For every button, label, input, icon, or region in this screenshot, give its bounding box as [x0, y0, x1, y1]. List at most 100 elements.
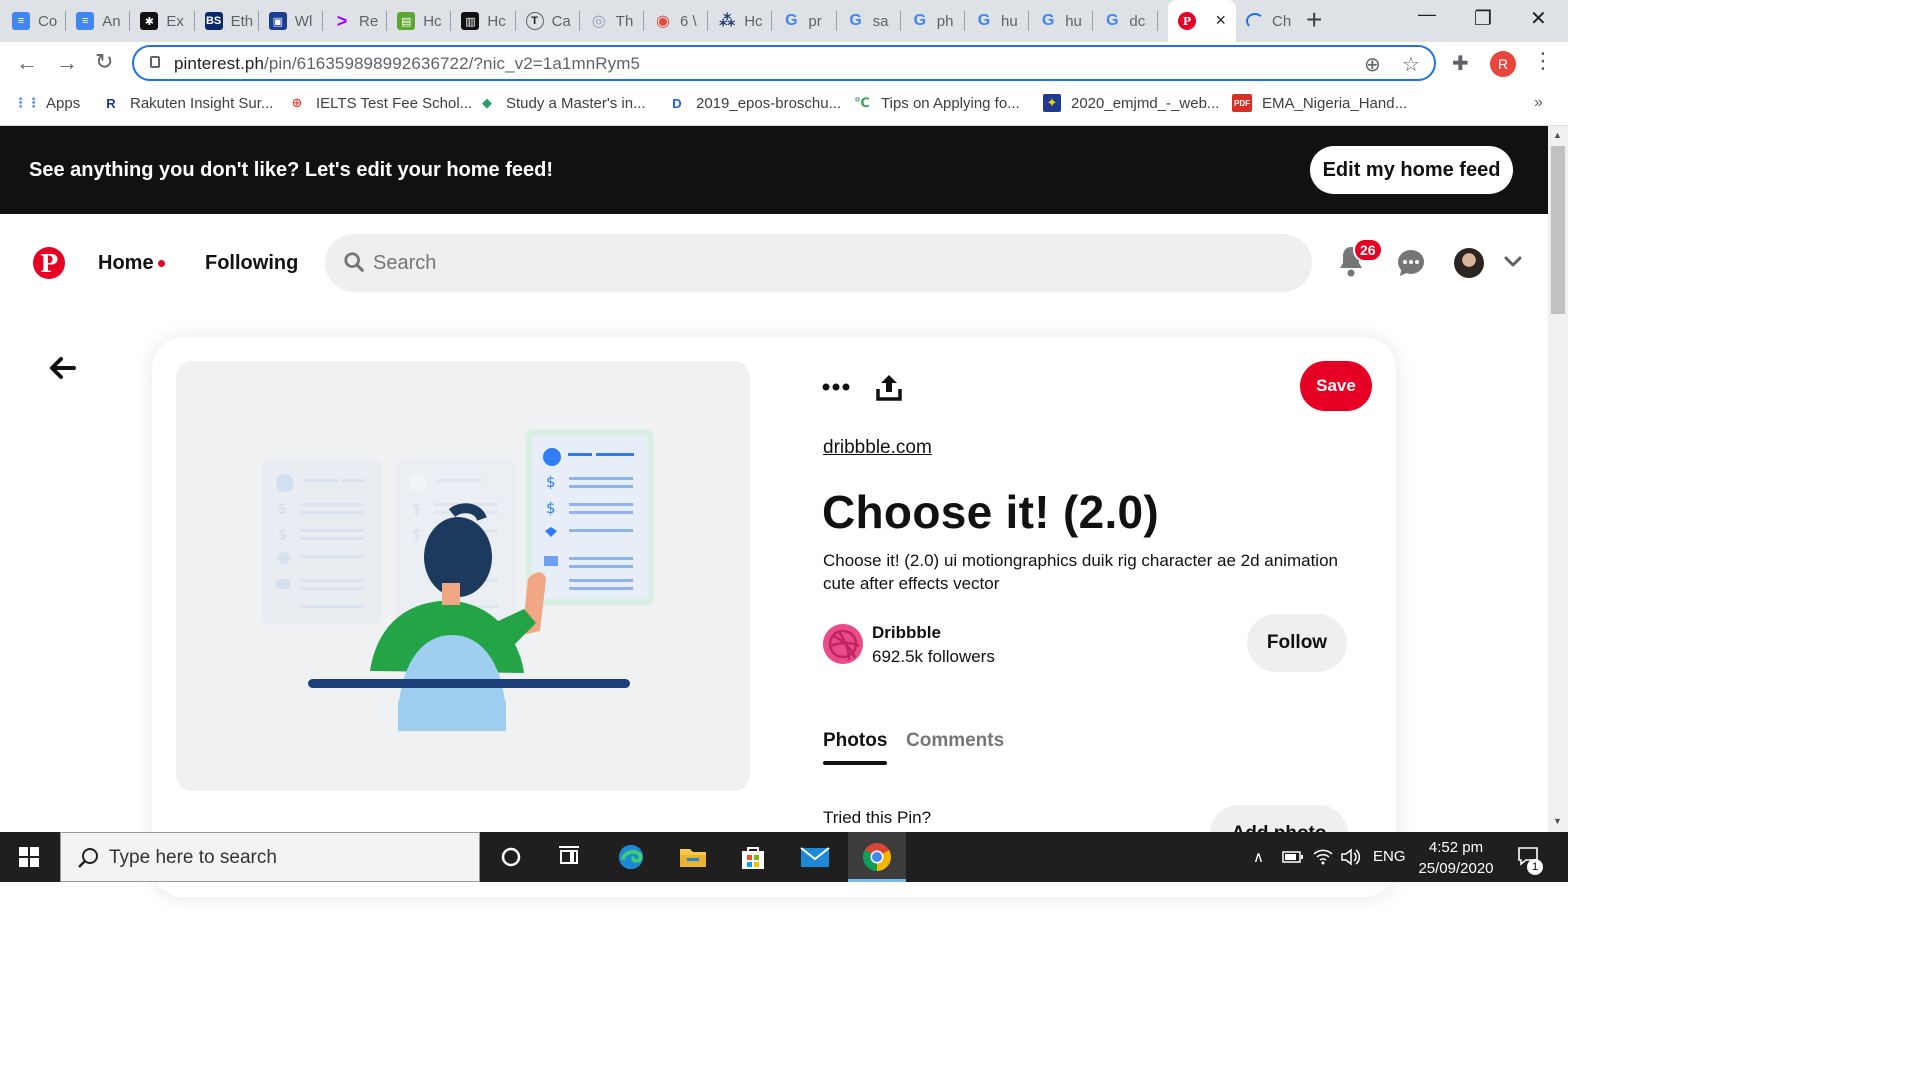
browser-tab[interactable]: ✱ Ex: [130, 0, 195, 42]
tab-separator: [1028, 11, 1030, 31]
back-nav-icon[interactable]: ←: [16, 50, 38, 76]
browser-tab[interactable]: T Ca: [516, 0, 580, 42]
volume-icon[interactable]: [1340, 848, 1360, 866]
browser-tab[interactable]: ◎ Th: [580, 0, 644, 42]
browser-tab[interactable]: ≡ Co: [2, 0, 67, 42]
tab-title: Th: [615, 12, 634, 30]
close-window-button[interactable]: ✕: [1530, 6, 1547, 31]
user-avatar[interactable]: [1454, 248, 1484, 278]
tab-comments[interactable]: Comments: [906, 730, 1004, 752]
back-arrow-icon[interactable]: [48, 356, 76, 380]
windows-start-icon[interactable]: [19, 847, 39, 867]
search-input[interactable]: [373, 234, 1273, 292]
taskbar-search-icon: [78, 848, 98, 868]
reload-icon[interactable]: ↻: [95, 49, 113, 75]
illustration-person-choosing-card: $ $ $ $ $ $: [262, 429, 654, 731]
browser-tab[interactable]: BS Eth: [195, 0, 259, 42]
follow-button[interactable]: Follow: [1247, 614, 1347, 672]
chrome-menu-icon[interactable]: ⋮: [1532, 50, 1554, 72]
pin-image[interactable]: $ $ $ $ $ $: [176, 361, 750, 791]
tab-loading[interactable]: Ch: [1236, 0, 1298, 42]
bookmark-item[interactable]: D 2019_epos-broschu...: [668, 94, 841, 112]
minimize-button[interactable]: —: [1418, 4, 1436, 25]
browser-tab[interactable]: ⁂ Hc: [708, 0, 773, 42]
browser-tab[interactable]: ▤ Hc: [387, 0, 452, 42]
browser-tab[interactable]: ▣ Wl: [259, 0, 323, 42]
chrome-taskbar-button-active[interactable]: [848, 832, 906, 882]
browser-tab[interactable]: Gdc: [1093, 0, 1158, 42]
extensions-puzzle-icon[interactable]: ✚: [1452, 51, 1469, 76]
restore-button[interactable]: ❐: [1474, 6, 1492, 31]
google-icon: G: [1041, 12, 1055, 29]
nav-following[interactable]: Following: [205, 252, 298, 275]
tab-title: dc: [1129, 12, 1146, 30]
share-upload-icon[interactable]: [876, 373, 902, 401]
wifi-icon[interactable]: [1312, 846, 1334, 866]
task-view-icon[interactable]: [554, 843, 584, 871]
bookmark-item[interactable]: ⊕ IELTS Test Fee Schol...: [288, 94, 473, 112]
creator-followers: 692.5k followers: [872, 647, 995, 666]
scroll-up-arrow-icon[interactable]: ▲: [1553, 130, 1562, 140]
bookmark-item[interactable]: ✦ 2020_emjmd_-_web...: [1043, 94, 1219, 112]
edge-browser-icon[interactable]: [616, 843, 646, 871]
profile-avatar[interactable]: R: [1490, 51, 1516, 77]
browser-tab[interactable]: ≡ An: [66, 0, 131, 42]
battery-icon[interactable]: [1282, 850, 1304, 864]
messages-icon[interactable]: [1396, 248, 1426, 278]
t-logo-icon: T: [525, 12, 544, 30]
bookmark-item[interactable]: R Rakuten Insight Sur...: [102, 94, 273, 112]
tab-photos[interactable]: Photos: [823, 730, 887, 752]
green-logo-icon: ▤: [397, 12, 416, 30]
tab-pinterest-active[interactable]: P ×: [1168, 0, 1236, 42]
edit-feed-banner: See anything you don't like? Let's edit …: [0, 126, 1548, 214]
forward-nav-icon[interactable]: →: [56, 50, 78, 76]
mail-icon[interactable]: [800, 843, 830, 871]
save-button[interactable]: Save: [1300, 361, 1372, 411]
bookmark-item[interactable]: PDF EMA_Nigeria_Hand...: [1232, 94, 1407, 112]
close-tab-icon[interactable]: ×: [1215, 10, 1226, 31]
url-text[interactable]: pinterest.ph/pin/616359898992636722/?nic…: [174, 54, 640, 74]
bookmark-label: Tips on Applying fo...: [881, 94, 1020, 112]
chrome-icon: [863, 843, 891, 871]
source-link[interactable]: dribbble.com: [823, 437, 932, 459]
microsoft-store-icon[interactable]: [738, 843, 768, 871]
browser-tab[interactable]: Gpr: [772, 0, 837, 42]
tab-title: Ex: [166, 12, 184, 30]
scroll-down-arrow-icon[interactable]: ▼: [1553, 816, 1562, 826]
page-scrollbar[interactable]: ▲ ▼: [1548, 126, 1568, 832]
chevron-down-icon[interactable]: [1503, 252, 1523, 272]
creator-name[interactable]: Dribbble: [872, 623, 941, 643]
bookmark-item[interactable]: ℃ Tips on Applying fo...: [853, 94, 1020, 112]
banner-message: See anything you don't like? Let's edit …: [29, 159, 554, 181]
pinterest-header: P Home Following 26: [0, 214, 1548, 314]
taskbar-search-text: Type here to search: [109, 847, 277, 868]
browser-tab[interactable]: Gsa: [837, 0, 901, 42]
bookmarks-overflow-button[interactable]: »: [1534, 94, 1543, 112]
browser-tab[interactable]: ◉ 6 \: [644, 0, 709, 42]
bookmark-star-icon[interactable]: ☆: [1402, 52, 1420, 77]
edit-home-feed-button[interactable]: Edit my home feed: [1310, 146, 1513, 194]
browser-tab[interactable]: Ghu: [1029, 0, 1094, 42]
bookmark-item[interactable]: ⋮⋮ Apps: [14, 94, 80, 112]
scrollbar-thumb[interactable]: [1551, 146, 1565, 314]
bookmark-label: 2019_epos-broschu...: [696, 94, 842, 112]
dribbble-avatar-icon[interactable]: [823, 624, 863, 664]
address-bar[interactable]: pinterest.ph/pin/616359898992636722/?nic…: [132, 45, 1436, 81]
pinterest-logo-icon[interactable]: P: [33, 247, 65, 279]
input-language[interactable]: ENG: [1373, 848, 1406, 865]
taskbar-clock[interactable]: 4:52 pm 25/09/2020: [1410, 837, 1502, 879]
more-options-icon[interactable]: [822, 377, 850, 397]
search-bar[interactable]: [325, 234, 1312, 292]
cortana-icon[interactable]: [496, 843, 526, 871]
file-explorer-icon[interactable]: [678, 843, 708, 871]
taskbar-search-box[interactable]: Type here to search: [60, 832, 480, 882]
browser-tab[interactable]: > Re: [323, 0, 388, 42]
bookmark-item[interactable]: ◆ Study a Master's in...: [478, 94, 646, 112]
new-tab-button[interactable]: +: [1306, 6, 1322, 34]
browser-tab[interactable]: ▥ Hc: [451, 0, 516, 42]
nav-home[interactable]: Home: [98, 252, 154, 275]
browser-tab[interactable]: Ghu: [965, 0, 1030, 42]
install-app-icon[interactable]: ⊕: [1364, 52, 1381, 77]
show-hidden-icons-chevron[interactable]: ∧: [1253, 848, 1264, 866]
browser-tab[interactable]: Gph: [901, 0, 965, 42]
